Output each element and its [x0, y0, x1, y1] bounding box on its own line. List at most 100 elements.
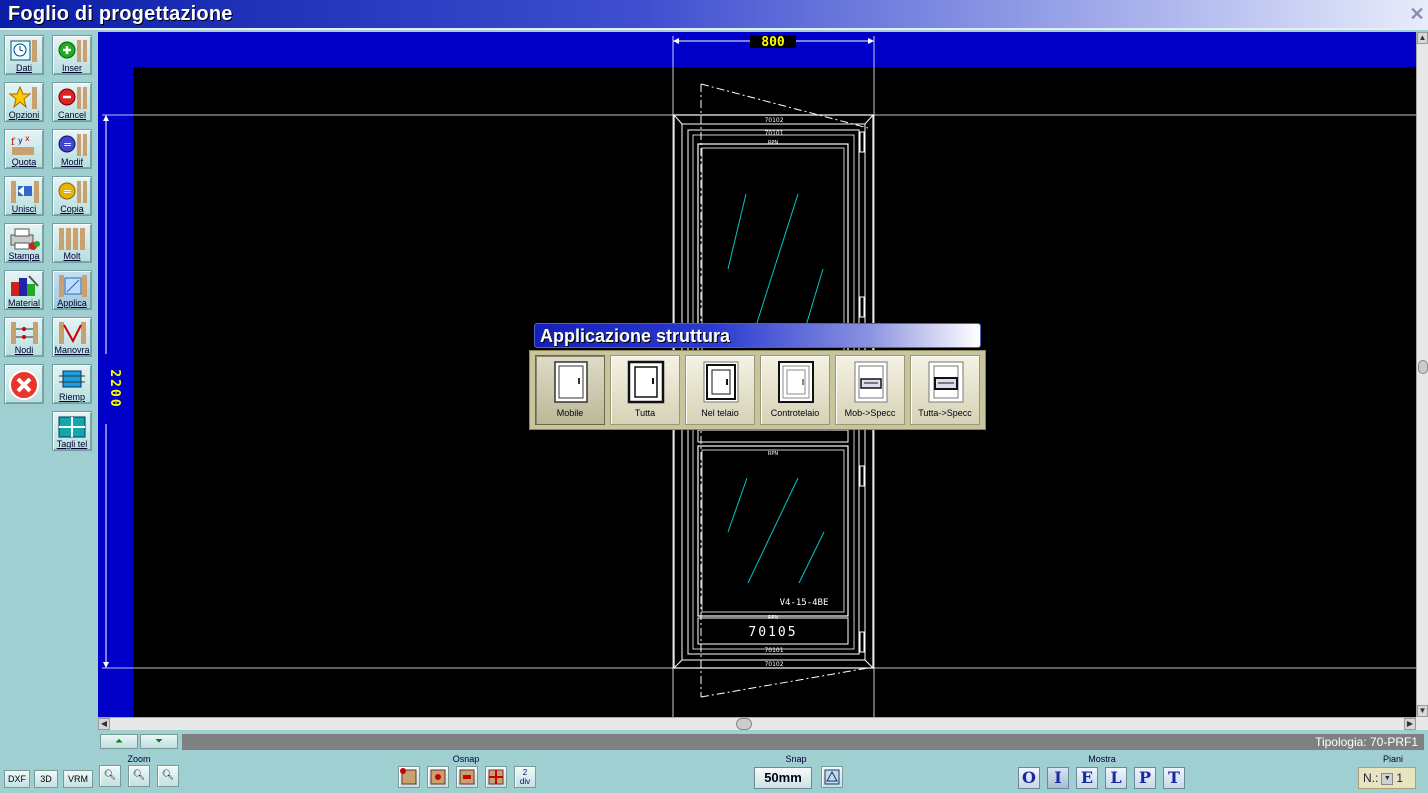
tool-stampa-button[interactable]: Stampa — [4, 223, 44, 263]
scroll-right-icon[interactable]: ▶ — [1404, 718, 1416, 730]
level-up-icon[interactable]: ⏶ — [100, 734, 138, 749]
tool-quota-button[interactable]: fyx Quota — [4, 129, 44, 169]
glass-code: V4-15-4BE — [780, 598, 829, 608]
mostra-e-button[interactable]: E — [1076, 767, 1098, 789]
zoom-label: Zoom — [127, 754, 151, 764]
option-tutta-button[interactable]: Tutta — [610, 355, 680, 425]
vertical-scroll-thumb[interactable] — [1418, 360, 1428, 374]
osnap-intersection-icon[interactable] — [485, 766, 507, 788]
option-label: Mob->Specc — [844, 408, 896, 418]
tool-inser-button[interactable]: Inser — [52, 35, 92, 75]
export-dxf-button[interactable]: DXF — [4, 770, 30, 788]
osnap-endpoint-icon[interactable] — [398, 766, 420, 788]
osnap-center-icon[interactable] — [456, 766, 478, 788]
chevron-down-icon[interactable]: ▼ — [1381, 772, 1394, 785]
svg-text:f: f — [11, 137, 16, 148]
title-bar: Foglio di progettazione ✕ — [0, 0, 1428, 30]
level-down-icon[interactable]: ⏷ — [140, 734, 178, 749]
scroll-up-icon[interactable]: ▲ — [1417, 32, 1428, 44]
mostra-t-button[interactable]: T — [1163, 767, 1185, 789]
tool-label: Tagli tel — [56, 439, 88, 449]
close-icon[interactable]: ✕ — [1408, 5, 1426, 23]
mostra-i-button[interactable]: I — [1047, 767, 1069, 789]
nodes-icon — [11, 322, 38, 344]
piani-prefix: N.: — [1363, 771, 1379, 785]
app-window: Foglio di progettazione ✕ Dati Inser Opz… — [0, 0, 1428, 793]
option-label: Mobile — [556, 408, 584, 418]
tool-label: Quota — [11, 157, 37, 167]
option-label: Controtelaio — [770, 408, 820, 418]
bottom-toolbar: DXF 3D VRM Zoom 🔍︎ 🔍︎ 🔍︎ Osnap 2 div Sna… — [0, 752, 1428, 793]
mostra-p-button[interactable]: P — [1134, 767, 1156, 789]
mostra-l-button[interactable]: L — [1105, 767, 1127, 789]
option-tutta-specc-button[interactable]: Tutta->Specc — [910, 355, 980, 425]
option-nel-telaio-button[interactable]: Nel telaio — [685, 355, 755, 425]
tool-cancel-button[interactable]: Cancel — [52, 82, 92, 122]
plus-icon — [58, 40, 87, 62]
snap-label: Snap — [785, 754, 807, 764]
piani-selector[interactable]: N.: ▼ 1 — [1358, 767, 1416, 789]
scroll-left-icon[interactable]: ◀ — [98, 718, 110, 730]
vertical-scrollbar[interactable]: ▲ ▼ — [1416, 32, 1428, 717]
status-row: ⏶ ⏷ Tipologia: 70-PRF1 — [98, 732, 1428, 750]
tool-material-button[interactable]: Material — [4, 270, 44, 310]
svg-text:x: x — [25, 134, 30, 143]
snap-value[interactable]: 50mm — [754, 767, 812, 789]
profile-bottom-inner: 70101 — [764, 647, 783, 654]
tool-riemp-button[interactable]: Riemp — [52, 364, 92, 404]
tool-nodi-button[interactable]: Nodi — [4, 317, 44, 357]
osnap-div-button[interactable]: 2 div — [514, 766, 536, 788]
close-circle-icon — [9, 370, 39, 400]
tool-dati-button[interactable]: Dati — [4, 35, 44, 75]
zoom-in-icon[interactable]: 🔍︎ — [157, 765, 179, 787]
clock-icon — [10, 40, 37, 62]
zoom-out-icon[interactable]: 🔍︎ — [99, 765, 121, 787]
profile-top-inner: 70101 — [764, 130, 783, 137]
tool-modif-button[interactable]: = Modif — [52, 129, 92, 169]
tool-unisci-button[interactable]: Unisci — [4, 176, 44, 216]
tool-label: Riemp — [58, 392, 85, 402]
left-toolbar: Dati Inser Opzioni Cancel fyx Quota = Mo… — [0, 32, 98, 752]
tool-label: Manovra — [54, 345, 90, 355]
profile-top-outer: 70102 — [764, 117, 783, 124]
tool-applica-button[interactable]: Applica — [52, 270, 92, 310]
option-mob-specc-button[interactable]: Mob->Specc — [835, 355, 905, 425]
horizontal-scrollbar[interactable]: ◀ ▶ — [98, 717, 1416, 730]
piani-value: 1 — [1396, 771, 1404, 785]
height-dimension-value: 2200 — [107, 369, 122, 408]
scroll-down-icon[interactable]: ▼ — [1417, 705, 1428, 717]
snap-toggle-icon[interactable] — [821, 766, 843, 788]
tool-opzioni-button[interactable]: Opzioni — [4, 82, 44, 122]
tool-label: Material — [7, 298, 40, 308]
export-3d-button[interactable]: 3D — [34, 770, 58, 788]
osnap-midpoint-icon[interactable] — [427, 766, 449, 788]
export-vrm-button[interactable]: VRM — [63, 770, 93, 788]
panel-title-bar[interactable]: Applicazione struttura — [534, 323, 981, 348]
width-dimension-value: 800 — [761, 35, 785, 50]
tool-label: Modif — [60, 157, 83, 167]
material-icon — [11, 275, 39, 296]
tool-tagli-tel-button[interactable]: Tagli tel — [52, 411, 92, 451]
tool-label: Unisci — [11, 204, 37, 214]
tool-manovra-button[interactable]: Manovra — [52, 317, 92, 357]
fill-icon — [59, 370, 85, 388]
status-bar: Tipologia: 70-PRF1 — [182, 734, 1424, 750]
tool-molt-button[interactable]: Molt — [52, 223, 92, 263]
mostra-o-button[interactable]: O — [1018, 767, 1040, 789]
window-title: Foglio di progettazione — [8, 3, 233, 25]
profile-bottom-outer: 70102 — [764, 661, 783, 668]
structure-panel: Mobile Tutta Nel telaio Controtelaio Mob… — [529, 350, 986, 430]
horizontal-scroll-thumb[interactable] — [736, 718, 752, 730]
sash-label-panel: RPN — [768, 615, 778, 621]
svg-text:=: = — [63, 185, 72, 198]
sash-label-bottom: RPN — [768, 451, 778, 457]
cut-frame-icon — [58, 416, 86, 438]
option-mobile-button[interactable]: Mobile — [535, 355, 605, 425]
option-controtelaio-button[interactable]: Controtelaio — [760, 355, 830, 425]
option-label: Tutta->Specc — [918, 408, 972, 418]
tool-copia-button[interactable]: = Copia — [52, 176, 92, 216]
zoom-fit-icon[interactable]: 🔍︎ — [128, 765, 150, 787]
tool-exit-button[interactable] — [4, 364, 44, 404]
full-to-mirror-icon — [928, 361, 964, 403]
sash-label-top: RPN — [768, 140, 778, 146]
